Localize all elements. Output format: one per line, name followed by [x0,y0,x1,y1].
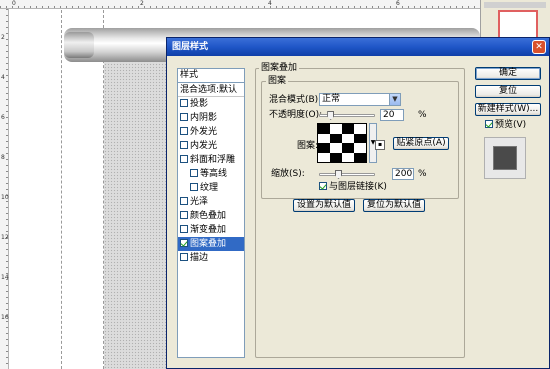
ruler-number: 4 [268,0,272,7]
styles-list: 样式 混合选项:默认投影内阴影外发光内发光斜面和浮雕等高线纹理光泽颜色叠加渐变叠… [177,68,245,358]
style-preview-swatch [493,146,517,170]
link-with-layer-label: 与图层链接(K) [329,182,387,192]
style-item-label: 图案叠加 [190,239,227,249]
ruler-number: 6 [396,0,400,7]
textured-layer [104,60,170,369]
horizontal-ruler [0,0,550,9]
link-with-layer-option[interactable]: 与图层链接(K) [319,181,387,193]
ruler-number: 8 [1,154,5,161]
dialog-titlebar[interactable]: 图层样式 ✕ [167,38,549,56]
ruler-number: 0 [12,0,16,7]
style-item-label: 颜色叠加 [190,211,227,221]
pattern-picker[interactable] [317,123,367,163]
checkerboard-pattern-icon [318,124,366,162]
ruler-number: 2 [1,34,5,41]
blend-mode-value: 正常 [322,94,341,104]
ok-button[interactable]: 确定 [475,67,541,80]
style-checkbox[interactable] [190,169,198,177]
style-item[interactable]: 混合选项:默认 [178,83,244,97]
new-style-button[interactable]: 新建样式(W)... [475,103,541,116]
blend-mode-select[interactable]: 正常 ▼ [319,93,401,106]
style-item-label: 纹理 [200,183,219,193]
style-checkbox[interactable] [180,225,188,233]
scale-input[interactable]: 200 [392,168,414,180]
style-checkbox[interactable] [190,183,198,191]
style-item[interactable]: 光泽 [178,195,244,209]
style-checkbox[interactable] [180,197,188,205]
ruler-number: 12 [1,234,9,241]
styles-list-header[interactable]: 样式 [178,69,244,83]
style-checkbox[interactable] [180,253,188,261]
scale-slider-track[interactable] [319,173,375,176]
ruler-number: 6 [1,114,5,121]
make-default-button[interactable]: 设置为默认值 [293,199,355,212]
style-item-label: 斜面和浮雕 [190,155,236,165]
style-checkbox[interactable] [180,211,188,219]
style-item-label: 光泽 [190,197,209,207]
style-item[interactable]: 等高线 [178,167,244,181]
style-checkbox[interactable] [180,127,188,135]
style-item[interactable]: 斜面和浮雕 [178,153,244,167]
style-checkbox[interactable] [180,141,188,149]
reset-to-default-button[interactable]: 复位为默认值 [363,199,425,212]
scale-unit: % [418,169,427,179]
style-item[interactable]: 纹理 [178,181,244,195]
blend-mode-label: 混合模式(B): [269,95,322,105]
link-with-layer-checkbox[interactable] [319,182,327,190]
style-checkbox[interactable] [180,99,188,107]
style-item-label: 渐变叠加 [190,225,227,235]
opacity-unit: % [418,110,427,120]
style-item[interactable]: 颜色叠加 [178,209,244,223]
scroll-rod-cap [64,32,94,58]
preview-label: 预览(V) [495,120,527,130]
ruler-number: 2 [140,0,144,7]
style-item-label: 内阴影 [190,113,218,123]
style-preview [484,137,526,179]
scale-label: 缩放(S): [271,169,305,179]
snap-to-origin-button[interactable]: 贴紧原点(A) [393,137,449,150]
style-checkbox[interactable] [180,155,188,163]
style-item-label: 内发光 [190,141,218,151]
ruler-number: 10 [1,194,9,201]
pattern-label: 图案: [297,141,319,151]
opacity-input[interactable]: 20 [380,109,404,121]
layer-style-dialog: 图层样式 ✕ 样式 混合选项:默认投影内阴影外发光内发光斜面和浮雕等高线纹理光泽… [166,37,550,369]
style-checkbox[interactable] [180,239,188,247]
subsection-title: 图案 [266,76,289,86]
style-item[interactable]: 内阴影 [178,111,244,125]
new-preset-icon[interactable]: ▪ [375,140,385,150]
style-item[interactable]: 描边 [178,251,244,265]
style-item-label: 描边 [190,253,209,263]
navigator-thumbnail[interactable] [498,10,538,40]
style-item-label: 等高线 [200,169,228,179]
style-item-label: 外发光 [190,127,218,137]
style-item[interactable]: 图案叠加 [178,237,244,251]
guide-line [61,10,62,369]
style-item[interactable]: 渐变叠加 [178,223,244,237]
section-title: 图案叠加 [259,63,300,73]
chevron-down-icon[interactable]: ▼ [389,94,400,105]
style-checkbox[interactable] [180,113,188,121]
preview-checkbox[interactable] [485,120,493,128]
style-item-label: 投影 [190,99,209,109]
side-panel-bar [484,2,546,8]
style-item[interactable]: 投影 [178,97,244,111]
preview-option[interactable]: 预览(V) [485,119,526,131]
close-icon[interactable]: ✕ [532,40,546,54]
opacity-label: 不透明度(O): [269,110,323,120]
ruler-number: 16 [1,314,9,321]
ruler-number: 4 [1,74,5,81]
style-item[interactable]: 外发光 [178,125,244,139]
reset-button[interactable]: 复位 [475,85,541,98]
ruler-number: 14 [1,274,9,281]
dialog-title: 图层样式 [172,42,209,52]
style-item[interactable]: 内发光 [178,139,244,153]
style-item-label: 混合选项:默认 [180,85,238,95]
